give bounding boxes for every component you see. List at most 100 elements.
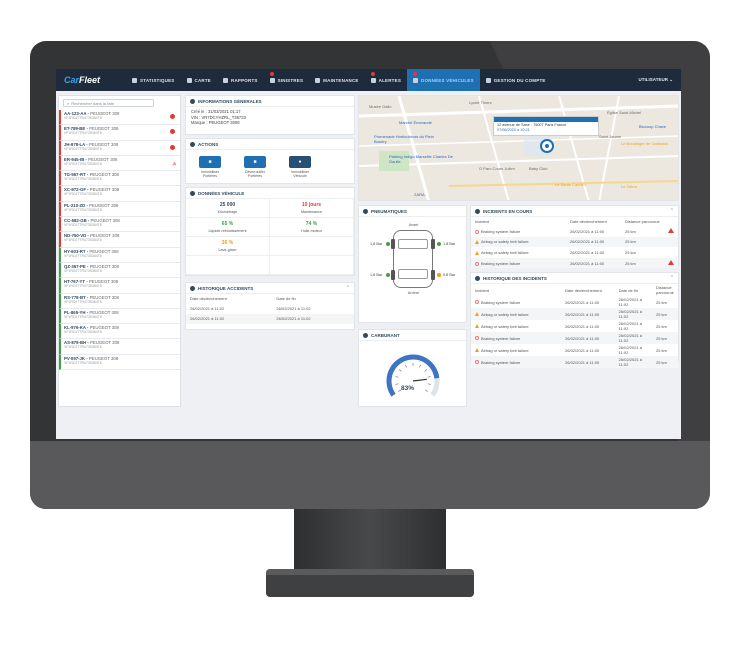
info-icon xyxy=(190,98,195,104)
chevron-up-icon[interactable]: ⌃ xyxy=(670,275,674,281)
nav-donnees-vehicules[interactable]: DONNÉES VÉHICULES xyxy=(407,69,480,91)
vehicle-list-item[interactable]: TG-567-RT - PEUGEOT 308 VF1RDJTTR4735384T… xyxy=(59,171,180,187)
table-row[interactable]: Braking system failure 26/02/2021 à 11:00… xyxy=(471,257,678,269)
chevron-down-icon: ⌄ xyxy=(669,77,673,82)
vehicle-list-item[interactable]: ER-945-IB - PEUGEOT 308 VF1RDJTTR4735384T… xyxy=(59,155,180,172)
gauge-tick xyxy=(424,389,428,392)
vehicle-list-item[interactable]: AS-879-BH - PEUGEOT 308 VF1RDJTTR4735384T… xyxy=(59,339,180,355)
search-input[interactable]: ⌕ Rechercher dans la liste xyxy=(63,99,154,107)
vehicle-vin: VF1RDJTTR4735384T8 xyxy=(64,360,102,365)
current-incidents-body: Braking system failure 26/02/2021 à 11:00… xyxy=(471,226,678,269)
nav-carte[interactable]: CARTE xyxy=(181,69,218,91)
vehicle-data-card: DONNÉES VÉHICULE 25 000 Kilométrage 10 jo… xyxy=(185,187,355,276)
nav-alertes[interactable]: ALERTES xyxy=(365,69,407,91)
general-info-card: INFORMATIONS GÉNÉRALES Créé le : 31/03/2… xyxy=(185,95,355,135)
monitor-frame: CarFleet STATISTIQUES CARTE RAPPORTS SIN… xyxy=(30,41,710,509)
engine-oil-cell: 74 % Huile moteur xyxy=(270,218,354,237)
incident-end: 26/02/2021 à 11:02 xyxy=(618,345,643,355)
table-row[interactable]: Braking system failure 26/02/2021 à 11:00… xyxy=(471,296,678,308)
tire-fl xyxy=(391,239,395,249)
user-menu[interactable]: UTILISATEUR ⌄ xyxy=(639,77,681,83)
tire-rr xyxy=(431,270,435,280)
warning-triangle-icon xyxy=(475,240,479,245)
table-row[interactable]: Airbag or safety belt failure 26/02/2021 … xyxy=(471,236,678,248)
vehicle-data-grid: 25 000 Kilométrage 10 jours Maintenance 65… xyxy=(186,199,354,275)
incident-date: 26/02/2021 à 11:00 xyxy=(570,249,605,255)
map-label: ZARA xyxy=(414,192,425,197)
data-value: 10 jours xyxy=(301,202,322,208)
carfleet-logo[interactable]: CarFleet xyxy=(56,75,126,85)
map-label: Promenade Horticulteurs du Plein Bouéry xyxy=(374,134,434,144)
nav-label: RAPPORTS xyxy=(231,77,258,83)
card-header: PNEUMATIQUES xyxy=(359,206,466,217)
status-dot xyxy=(386,242,390,246)
chevron-up-icon[interactable]: ⌃ xyxy=(346,285,350,291)
brand-value: Marque : PEUGEOT 3008 xyxy=(191,120,240,125)
vehicle-list-item[interactable]: PL-865-YH - PEUGEOT 308 VF1RDJTTR4735384T… xyxy=(59,308,180,325)
data-value: 65 % xyxy=(221,221,234,227)
user-icon xyxy=(485,77,491,83)
monitor-stand-base-top xyxy=(266,569,474,575)
start-date: 26/02/2021 à 11:02 xyxy=(186,313,273,325)
vehicle-list-item[interactable]: PL-210-ZD - PEUGEOT 308 VF1RDJTTR4735384T… xyxy=(59,201,180,218)
column-header: Date déclenchement xyxy=(565,287,602,293)
vehicle-map[interactable]: Lycée Thiers Musée Gallo Église Saint-Mi… xyxy=(358,95,679,201)
card-title: HISTORIQUE DES INCIDENTS xyxy=(483,275,547,281)
map-label: Marché Émeraude xyxy=(399,120,432,125)
table-row[interactable]: Airbag or safety belt failure 26/02/2021 … xyxy=(471,344,678,356)
nav-rapports[interactable]: RAPPORTS xyxy=(217,69,264,91)
table-row[interactable]: Airbag or safety belt failure 26/02/2021 … xyxy=(471,320,678,332)
table-row[interactable]: Braking system failure 26/02/2021 à 11:00… xyxy=(471,226,678,237)
table-row[interactable]: 26/02/2021 à 11:02 26/02/2021 à 11:02 xyxy=(186,313,354,325)
marker-dot xyxy=(545,144,549,148)
brake-icon xyxy=(475,300,479,305)
column-header: Date déclenchement xyxy=(570,219,607,224)
incident-distance: 25 km xyxy=(625,249,636,255)
vehicle-list-item[interactable]: KL-976-KA - PEUGEOT 308 VF1RDJTTR4735384T… xyxy=(59,324,180,340)
nav-maintenance[interactable]: MAINTENANCE xyxy=(309,69,364,91)
vehicle-list-item[interactable]: ND-750-VD - PEUGEOT 308 VF1RDJTTR4735384T… xyxy=(59,232,180,248)
card-title: ACTIONS xyxy=(198,141,219,147)
vehicle-list-item[interactable]: HT-767-YT - PEUGEOT 308 VF1RDJTTR4735384T… xyxy=(59,278,180,294)
table-row[interactable]: Airbag or safety belt failure 26/02/2021 … xyxy=(471,308,678,320)
current-incidents-card: INCIDENTS EN COURS ⌃ Incident Date déclenc… xyxy=(470,205,679,269)
card-title: DONNÉES VÉHICULE xyxy=(198,190,245,196)
windshield xyxy=(398,239,428,249)
vehicle-list-item[interactable]: ET-789-BE - PEUGEOT 308 VF1RDJTTR4735384T… xyxy=(59,125,180,141)
vehicle-list-item[interactable]: RS-778-BT - PEUGEOT 308 VF1RDJTTR4735384T… xyxy=(59,293,180,309)
critical-warning-icon xyxy=(667,260,674,266)
nav-statistiques[interactable]: STATISTIQUES xyxy=(126,69,181,91)
nav-sinistres[interactable]: SINISTRES xyxy=(264,69,310,91)
table-row[interactable]: 26/02/2021 à 11:02 26/02/2021 à 11:02 xyxy=(186,303,354,314)
chevron-up-icon[interactable]: ⌃ xyxy=(670,208,674,214)
unlock-doors-button[interactable]: ■ Déverrouiller Portières xyxy=(239,156,271,178)
immobilize-doors-button[interactable]: ■ Immobiliser Portières xyxy=(194,156,226,178)
vehicle-list-item[interactable]: XC-972-GF - PEUGEOT 308 VF1RDJTTR4735384T… xyxy=(59,186,180,202)
vehicle-list-item[interactable]: HY-603-RT - PEUGEOT 308 VF1RDJTTR4735384T… xyxy=(59,247,180,263)
immobilize-vehicle-button[interactable]: ● Immobiliser Véhicule xyxy=(284,156,316,178)
vehicle-vin: VF1RDJTTR4735384T8 xyxy=(64,146,102,151)
incident-history-body: Braking system failure 26/02/2021 à 11:00… xyxy=(471,296,678,368)
vehicle-list-item[interactable]: PV-097-JK - PEUGEOT 308 VF1RDJTTR4735384T… xyxy=(59,354,180,371)
nav-gestion-compte[interactable]: GESTION DU COMPTE xyxy=(480,69,552,91)
map-location-popup[interactable]: 12 avenue de Saxe - 75007 Paris France 0… xyxy=(493,116,599,136)
nav-label: CARTE xyxy=(194,77,211,83)
fuel-card: CARBURANT 83% xyxy=(358,329,467,407)
unlock-icon: ■ xyxy=(244,156,266,168)
incident-name: Braking system failure xyxy=(481,335,521,341)
vehicle-list-item[interactable]: AA-123-AA - PEUGEOT 308 VF1RDJTTR4735384T… xyxy=(59,110,180,126)
vehicle-vin: VF1RDJTTR4735384T8 xyxy=(64,161,102,166)
vehicle-list-item[interactable]: CC-582-GB - PEUGEOT 308 VF1RDJTTR4735384T… xyxy=(59,217,180,233)
model-text: PEUGEOT 308 xyxy=(89,294,119,300)
table-row[interactable]: Airbag or safety belt failure 26/02/2021 … xyxy=(471,247,678,258)
alert-dot-icon xyxy=(170,114,175,119)
map-pin-icon xyxy=(186,77,192,83)
table-row[interactable]: Braking system failure 26/02/2021 à 11:00… xyxy=(471,356,678,368)
incident-end: 26/02/2021 à 11:02 xyxy=(618,297,643,307)
fuel-icon xyxy=(363,332,368,338)
fuel-value: 83% xyxy=(401,385,415,392)
vehicle-list-item[interactable]: JH-978-LA - PEUGEOT 308 VF1RDJTTR4735384T… xyxy=(59,140,180,156)
table-row[interactable]: Braking system failure 26/02/2021 à 11:00… xyxy=(471,332,678,344)
vehicle-list-item[interactable]: QZ-357-PE - PEUGEOT 308 VF1RDJTTR4735384T… xyxy=(59,262,180,279)
vehicle-vin: VF1RDJTTR4735384T8 xyxy=(64,284,102,289)
